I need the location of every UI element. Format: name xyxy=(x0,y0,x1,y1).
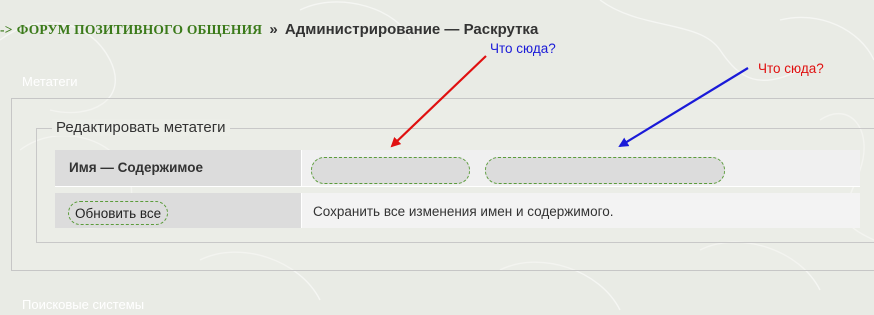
annotation-red-question: Что сюда? xyxy=(758,61,824,76)
annotation-arrows xyxy=(390,55,749,148)
blue-annotation-arrow xyxy=(618,67,749,148)
red-annotation-arrow xyxy=(390,55,487,148)
annotation-blue-question: Что сюда? xyxy=(490,41,556,56)
